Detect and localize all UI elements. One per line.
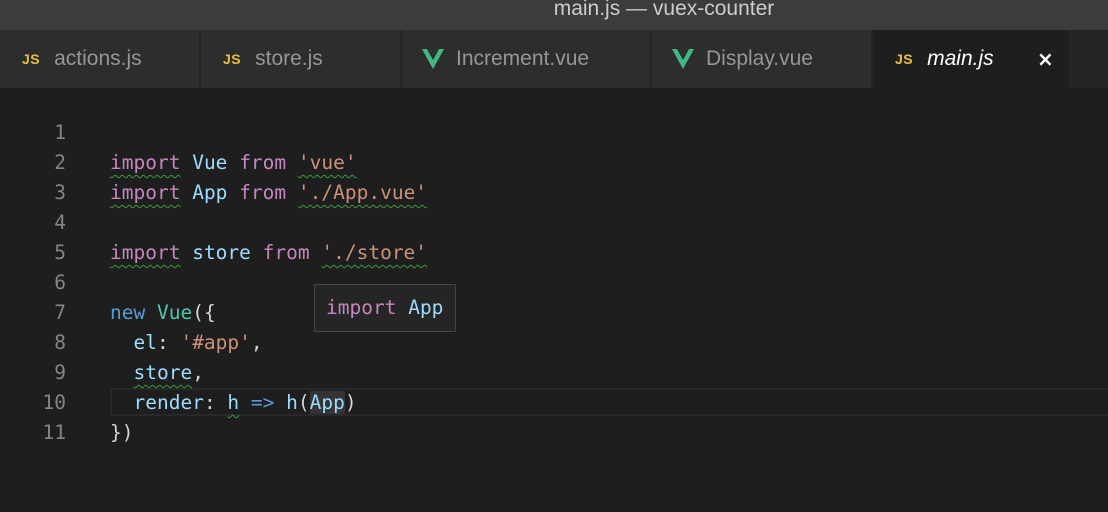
- tab-label: Increment.vue: [456, 47, 590, 70]
- code-line: 2 import App from './App.vue': [0, 118, 1108, 204]
- vue-file-icon: [422, 49, 444, 69]
- code-line: 11: [0, 388, 1108, 444]
- code-line: 8 store,: [0, 298, 1108, 384]
- tab-increment-vue[interactable]: Increment.vue: [402, 30, 651, 88]
- tab-actions-js[interactable]: JS actions.js: [0, 30, 200, 88]
- line-number: 11: [42, 421, 66, 444]
- code-editor[interactable]: 1 import Vue from 'vue' 2 import App fro…: [0, 88, 1108, 512]
- tooltip-keyword: import: [326, 296, 397, 319]
- js-file-icon: JS: [223, 51, 242, 67]
- code-line: 5: [0, 208, 1108, 264]
- code-line: 4 import store from './store': [0, 178, 1108, 264]
- title-bar: main.js — vuex-counter: [0, 0, 1108, 30]
- window-title: main.js — vuex-counter: [553, 0, 775, 20]
- code-line: 1 import Vue from 'vue': [0, 88, 1108, 174]
- code-line: 10 }): [0, 358, 1108, 444]
- tab-label: store.js: [255, 47, 323, 70]
- code-line: 6 new Vue({: [0, 238, 1108, 324]
- vue-file-icon: [672, 49, 694, 69]
- tab-display-vue[interactable]: Display.vue: [652, 30, 872, 88]
- tab-label: Display.vue: [706, 47, 813, 70]
- hover-tooltip: import App: [314, 284, 456, 332]
- close-tab-icon[interactable]: ×: [1037, 30, 1054, 88]
- tab-store-js[interactable]: JS store.js: [201, 30, 401, 88]
- editor-window: main.js — vuex-counter JS actions.js JS …: [0, 0, 1108, 512]
- tab-label: actions.js: [54, 47, 142, 70]
- code-line: 9 render: h => h(App): [0, 328, 1108, 414]
- tab-bar: JS actions.js JS store.js Increment.vue …: [0, 30, 1108, 88]
- code-line: 7 el: '#app',: [0, 268, 1108, 354]
- tab-label: main.js: [927, 47, 994, 70]
- tooltip-identifier: App: [408, 296, 444, 319]
- js-file-icon: JS: [895, 51, 914, 67]
- code-line: 3: [0, 148, 1108, 204]
- punctuation: }): [110, 421, 134, 444]
- js-file-icon: JS: [22, 51, 41, 67]
- tab-main-js[interactable]: JS main.js ×: [873, 30, 1070, 88]
